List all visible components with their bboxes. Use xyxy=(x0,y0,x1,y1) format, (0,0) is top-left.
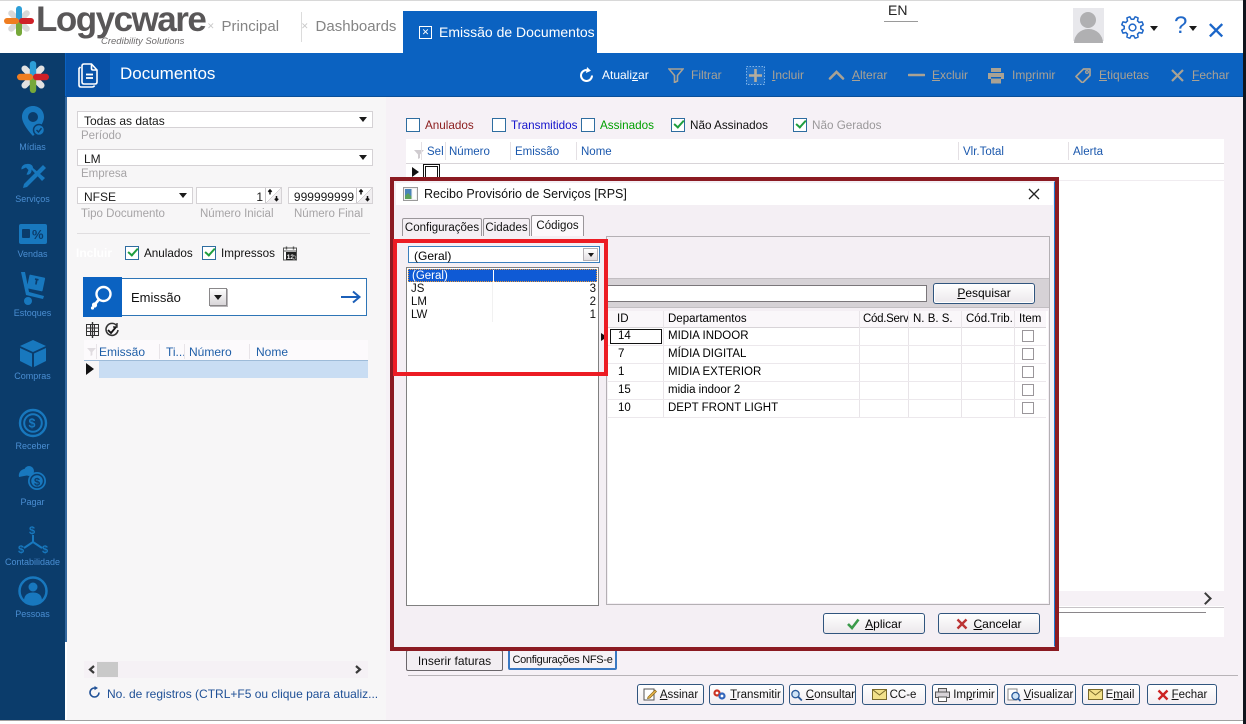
svg-text:$: $ xyxy=(18,544,24,555)
svg-text:%: % xyxy=(32,227,44,242)
svg-text:$: $ xyxy=(29,525,35,537)
svg-text:$: $ xyxy=(34,477,40,489)
svg-text:$: $ xyxy=(28,417,35,431)
svg-text:12: 12 xyxy=(287,254,295,261)
svg-text:$: $ xyxy=(42,544,48,555)
